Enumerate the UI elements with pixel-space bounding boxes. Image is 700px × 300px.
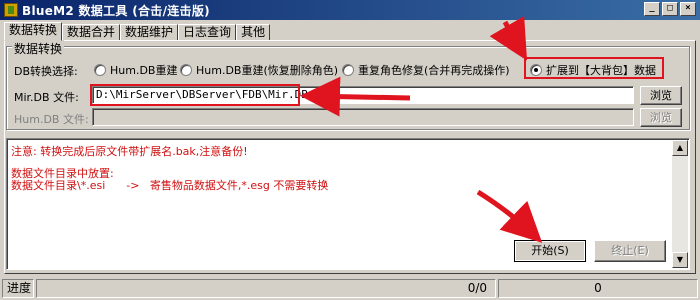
browse-hum-button[interactable]: 浏览 [640,108,682,127]
app-icon [4,3,18,17]
tab-other[interactable]: 其他 [236,24,271,41]
stop-button[interactable]: 终止(E) [594,240,666,262]
groupbox-title: 数据转换 [12,40,65,57]
maximize-button[interactable]: □ [662,2,678,16]
radio-indicator [342,64,354,76]
tab-data-convert[interactable]: 数据转换 [4,22,63,41]
radio-hum-rebuild[interactable]: Hum.DB重建 [94,62,177,78]
log-line: 数据文件目录\*.esi -> 寄售物品数据文件,*.esg 不需要转换 [11,179,329,192]
status-bar: 进度 0/0 0 [0,277,700,300]
log-line: 注意: 转换完成后原文件带扩展名.bak,注意备份! [11,145,248,158]
radio-label: Hum.DB重建 [110,64,178,77]
radio-label: 重复角色修复(合并再完成操作) [358,64,510,77]
radio-indicator [94,64,106,76]
radio-label: Hum.DB重建(恢复删除角色) [196,64,339,77]
status-progress: 0/0 [36,279,496,298]
window-controls: _ □ × [644,2,696,16]
window-title: BlueM2 数据工具 (合击/连击版) [22,3,210,18]
highlight-box-path [90,84,300,106]
mir-db-label: Mir.DB 文件: [14,91,79,104]
tab-data-merge[interactable]: 数据合并 [62,24,121,41]
mode-label: DB转换选择: [14,65,78,78]
minimize-button[interactable]: _ [644,2,660,16]
progress-counter: 0/0 [467,281,487,295]
status-value: 0 [498,279,698,298]
log-textarea[interactable]: 注意: 转换完成后原文件带扩展名.bak,注意备份! 数据文件目录中放置: 数据… [6,138,690,270]
status-label: 进度 [2,279,34,298]
tab-log-query[interactable]: 日志查询 [178,24,237,41]
hum-db-label: Hum.DB 文件: [14,113,89,126]
browse-mir-button[interactable]: 浏览 [640,86,682,105]
radio-hum-rebuild-restore[interactable]: Hum.DB重建(恢复删除角色) [180,62,338,78]
scroll-up-icon[interactable]: ▲ [672,140,688,156]
scroll-down-icon[interactable]: ▼ [672,252,688,268]
hum-db-path-input[interactable] [92,108,634,126]
tab-strip: 数据转换 数据合并 数据维护 日志查询 其他 [4,22,271,41]
vertical-scrollbar[interactable]: ▲ ▼ [672,140,688,268]
radio-indicator [180,64,192,76]
tab-data-maintain[interactable]: 数据维护 [120,24,179,41]
title-bar: BlueM2 数据工具 (合击/连击版) _ □ × [0,0,700,20]
highlight-box-radio [524,57,664,79]
radio-duplicate-fix[interactable]: 重复角色修复(合并再完成操作) [342,62,510,78]
start-button[interactable]: 开始(S) [514,240,586,262]
close-button[interactable]: × [680,2,696,16]
